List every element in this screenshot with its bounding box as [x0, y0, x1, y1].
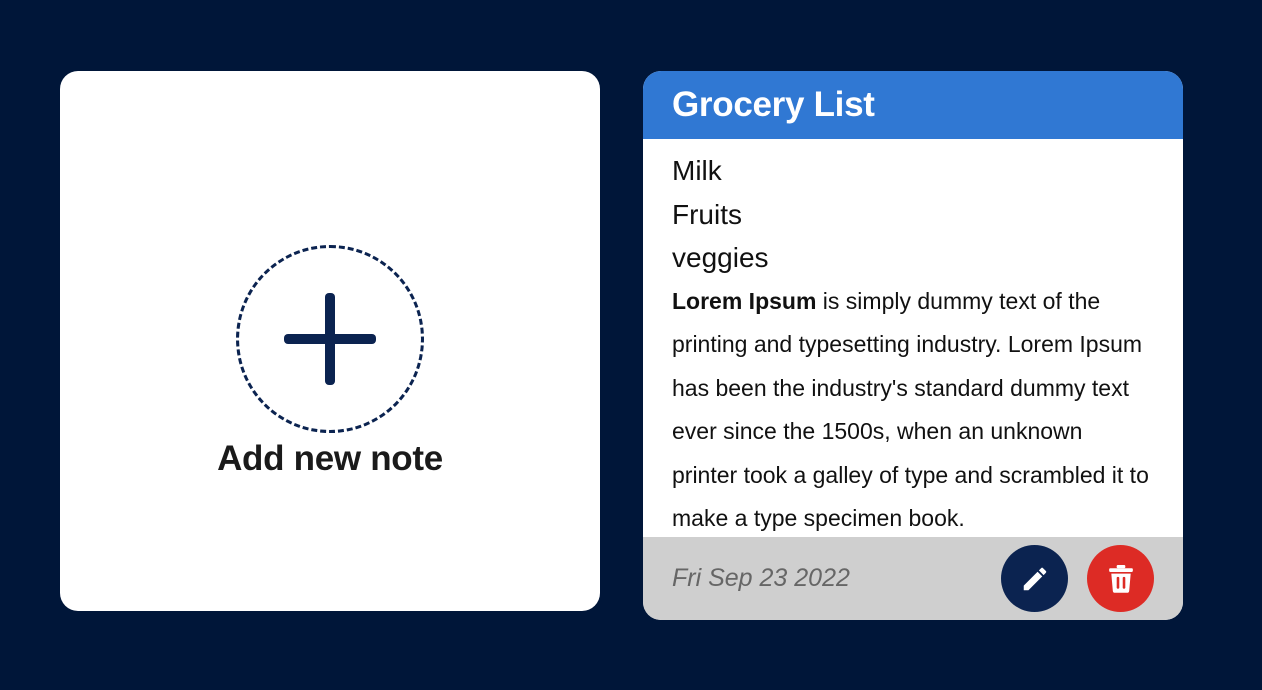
note-footer: Fri Sep 23 2022: [643, 537, 1183, 620]
list-item: Fruits: [672, 198, 742, 230]
paragraph-bold-text: Lorem Ipsum: [672, 287, 817, 314]
add-note-circle[interactable]: [236, 245, 424, 433]
delete-button[interactable]: [1087, 545, 1154, 612]
paragraph-text: is simply dummy text of the printing and…: [672, 287, 1149, 532]
note-header: Grocery List: [643, 71, 1183, 139]
list-item: veggies: [672, 242, 769, 273]
note-card: Grocery List Milk Fruits veggies Lorem I…: [643, 71, 1183, 620]
list-item: Milk: [672, 155, 722, 186]
edit-button[interactable]: [1001, 545, 1068, 612]
add-note-label: Add new note: [217, 439, 443, 478]
plus-icon: [284, 293, 376, 385]
trash-icon: [1108, 564, 1133, 593]
pencil-icon: [1023, 567, 1046, 590]
note-date: Fri Sep 23 2022: [672, 564, 850, 592]
note-paragraph: Lorem Ipsum is simply dummy text of the …: [672, 280, 1154, 538]
add-note-card[interactable]: Add new note: [60, 71, 600, 611]
note-title: Grocery List: [672, 85, 875, 124]
note-body: Milk Fruits veggies Lorem Ipsum is simpl…: [643, 139, 1183, 537]
